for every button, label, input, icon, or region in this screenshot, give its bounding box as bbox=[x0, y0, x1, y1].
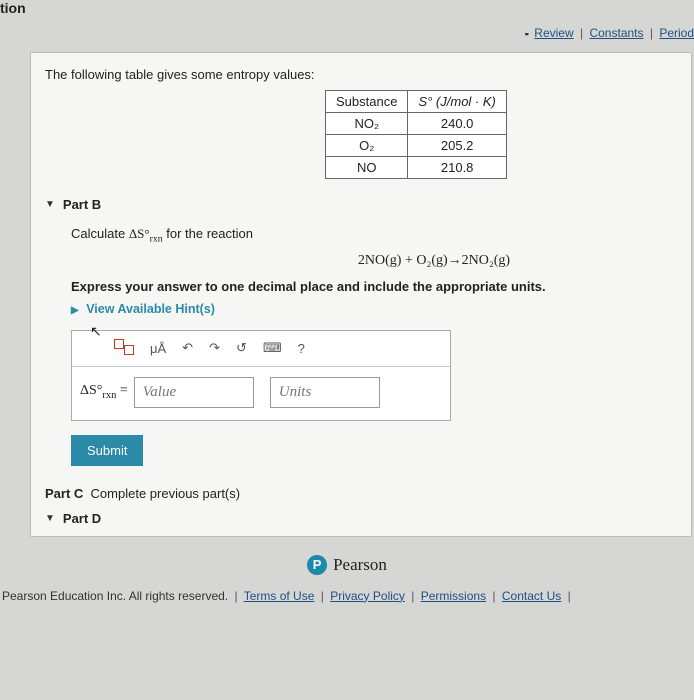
pearson-logo: P Pearson bbox=[0, 555, 694, 575]
table-row: NO₂ 240.0 bbox=[326, 113, 507, 135]
answer-toolbar: μÅ ↶ ↷ ↺ ⌨ ? bbox=[72, 331, 450, 367]
top-links: ▪▪ Review | Constants | Period bbox=[0, 18, 694, 48]
keyboard-icon[interactable]: ⌨ bbox=[261, 338, 284, 358]
problem-card: The following table gives some entropy v… bbox=[30, 52, 692, 537]
pearson-p-icon: P bbox=[307, 555, 327, 575]
chevron-down-icon[interactable]: ▼ bbox=[45, 513, 55, 524]
answer-instructions: Express your answer to one decimal place… bbox=[71, 279, 677, 294]
redo-icon[interactable]: ↷ bbox=[207, 338, 222, 358]
review-link[interactable]: Review bbox=[534, 26, 573, 40]
help-button[interactable]: ? bbox=[296, 339, 307, 358]
submit-button[interactable]: Submit bbox=[71, 435, 143, 466]
part-c: Part C Complete previous part(s) bbox=[45, 486, 677, 501]
page-header-fragment: tion bbox=[0, 0, 694, 10]
permissions-link[interactable]: Permissions bbox=[421, 589, 486, 603]
answer-prefix: ΔS°rxn = bbox=[80, 383, 128, 401]
privacy-link[interactable]: Privacy Policy bbox=[330, 589, 405, 603]
cursor-icon: ↖ bbox=[90, 323, 102, 340]
view-hints-link[interactable]: ▶ View Available Hint(s) bbox=[71, 302, 677, 316]
reaction-equation: 2NO(g) + O₂(g)→2NO₂(g) bbox=[191, 253, 677, 269]
constants-link[interactable]: Constants bbox=[589, 26, 643, 40]
calc-prompt: Calculate ΔS°rxn for the reaction bbox=[71, 226, 677, 245]
undo-icon[interactable]: ↶ bbox=[180, 338, 195, 358]
part-b-header[interactable]: ▼ Part B bbox=[45, 197, 677, 212]
table-row: O₂ 205.2 bbox=[326, 135, 507, 157]
template-icon[interactable] bbox=[112, 337, 136, 360]
grid-icon: ▪▪ bbox=[525, 29, 527, 39]
value-input[interactable] bbox=[134, 377, 254, 408]
footer: Pearson Education Inc. All rights reserv… bbox=[0, 585, 694, 603]
answer-box: μÅ ↶ ↷ ↺ ⌨ ? ↖ ΔS°rxn = bbox=[71, 330, 451, 421]
th-s: S° (J/mol · K) bbox=[408, 91, 506, 113]
units-input[interactable] bbox=[270, 377, 380, 408]
terms-link[interactable]: Terms of Use bbox=[244, 589, 315, 603]
intro-text: The following table gives some entropy v… bbox=[45, 67, 677, 82]
contact-link[interactable]: Contact Us bbox=[502, 589, 561, 603]
entropy-table: Substance S° (J/mol · K) NO₂ 240.0 O₂ 20… bbox=[325, 90, 507, 179]
periodic-link[interactable]: Period bbox=[659, 26, 694, 40]
part-d-header[interactable]: ▼ Part D bbox=[45, 511, 677, 526]
reset-icon[interactable]: ↺ bbox=[234, 338, 249, 358]
chevron-right-icon: ▶ bbox=[71, 305, 79, 316]
special-chars-button[interactable]: μÅ bbox=[148, 339, 168, 358]
table-row: NO 210.8 bbox=[326, 157, 507, 179]
part-d-title: Part D bbox=[63, 511, 101, 526]
part-b-title: Part B bbox=[63, 197, 101, 212]
th-substance: Substance bbox=[326, 91, 408, 113]
chevron-down-icon[interactable]: ▼ bbox=[45, 199, 55, 210]
